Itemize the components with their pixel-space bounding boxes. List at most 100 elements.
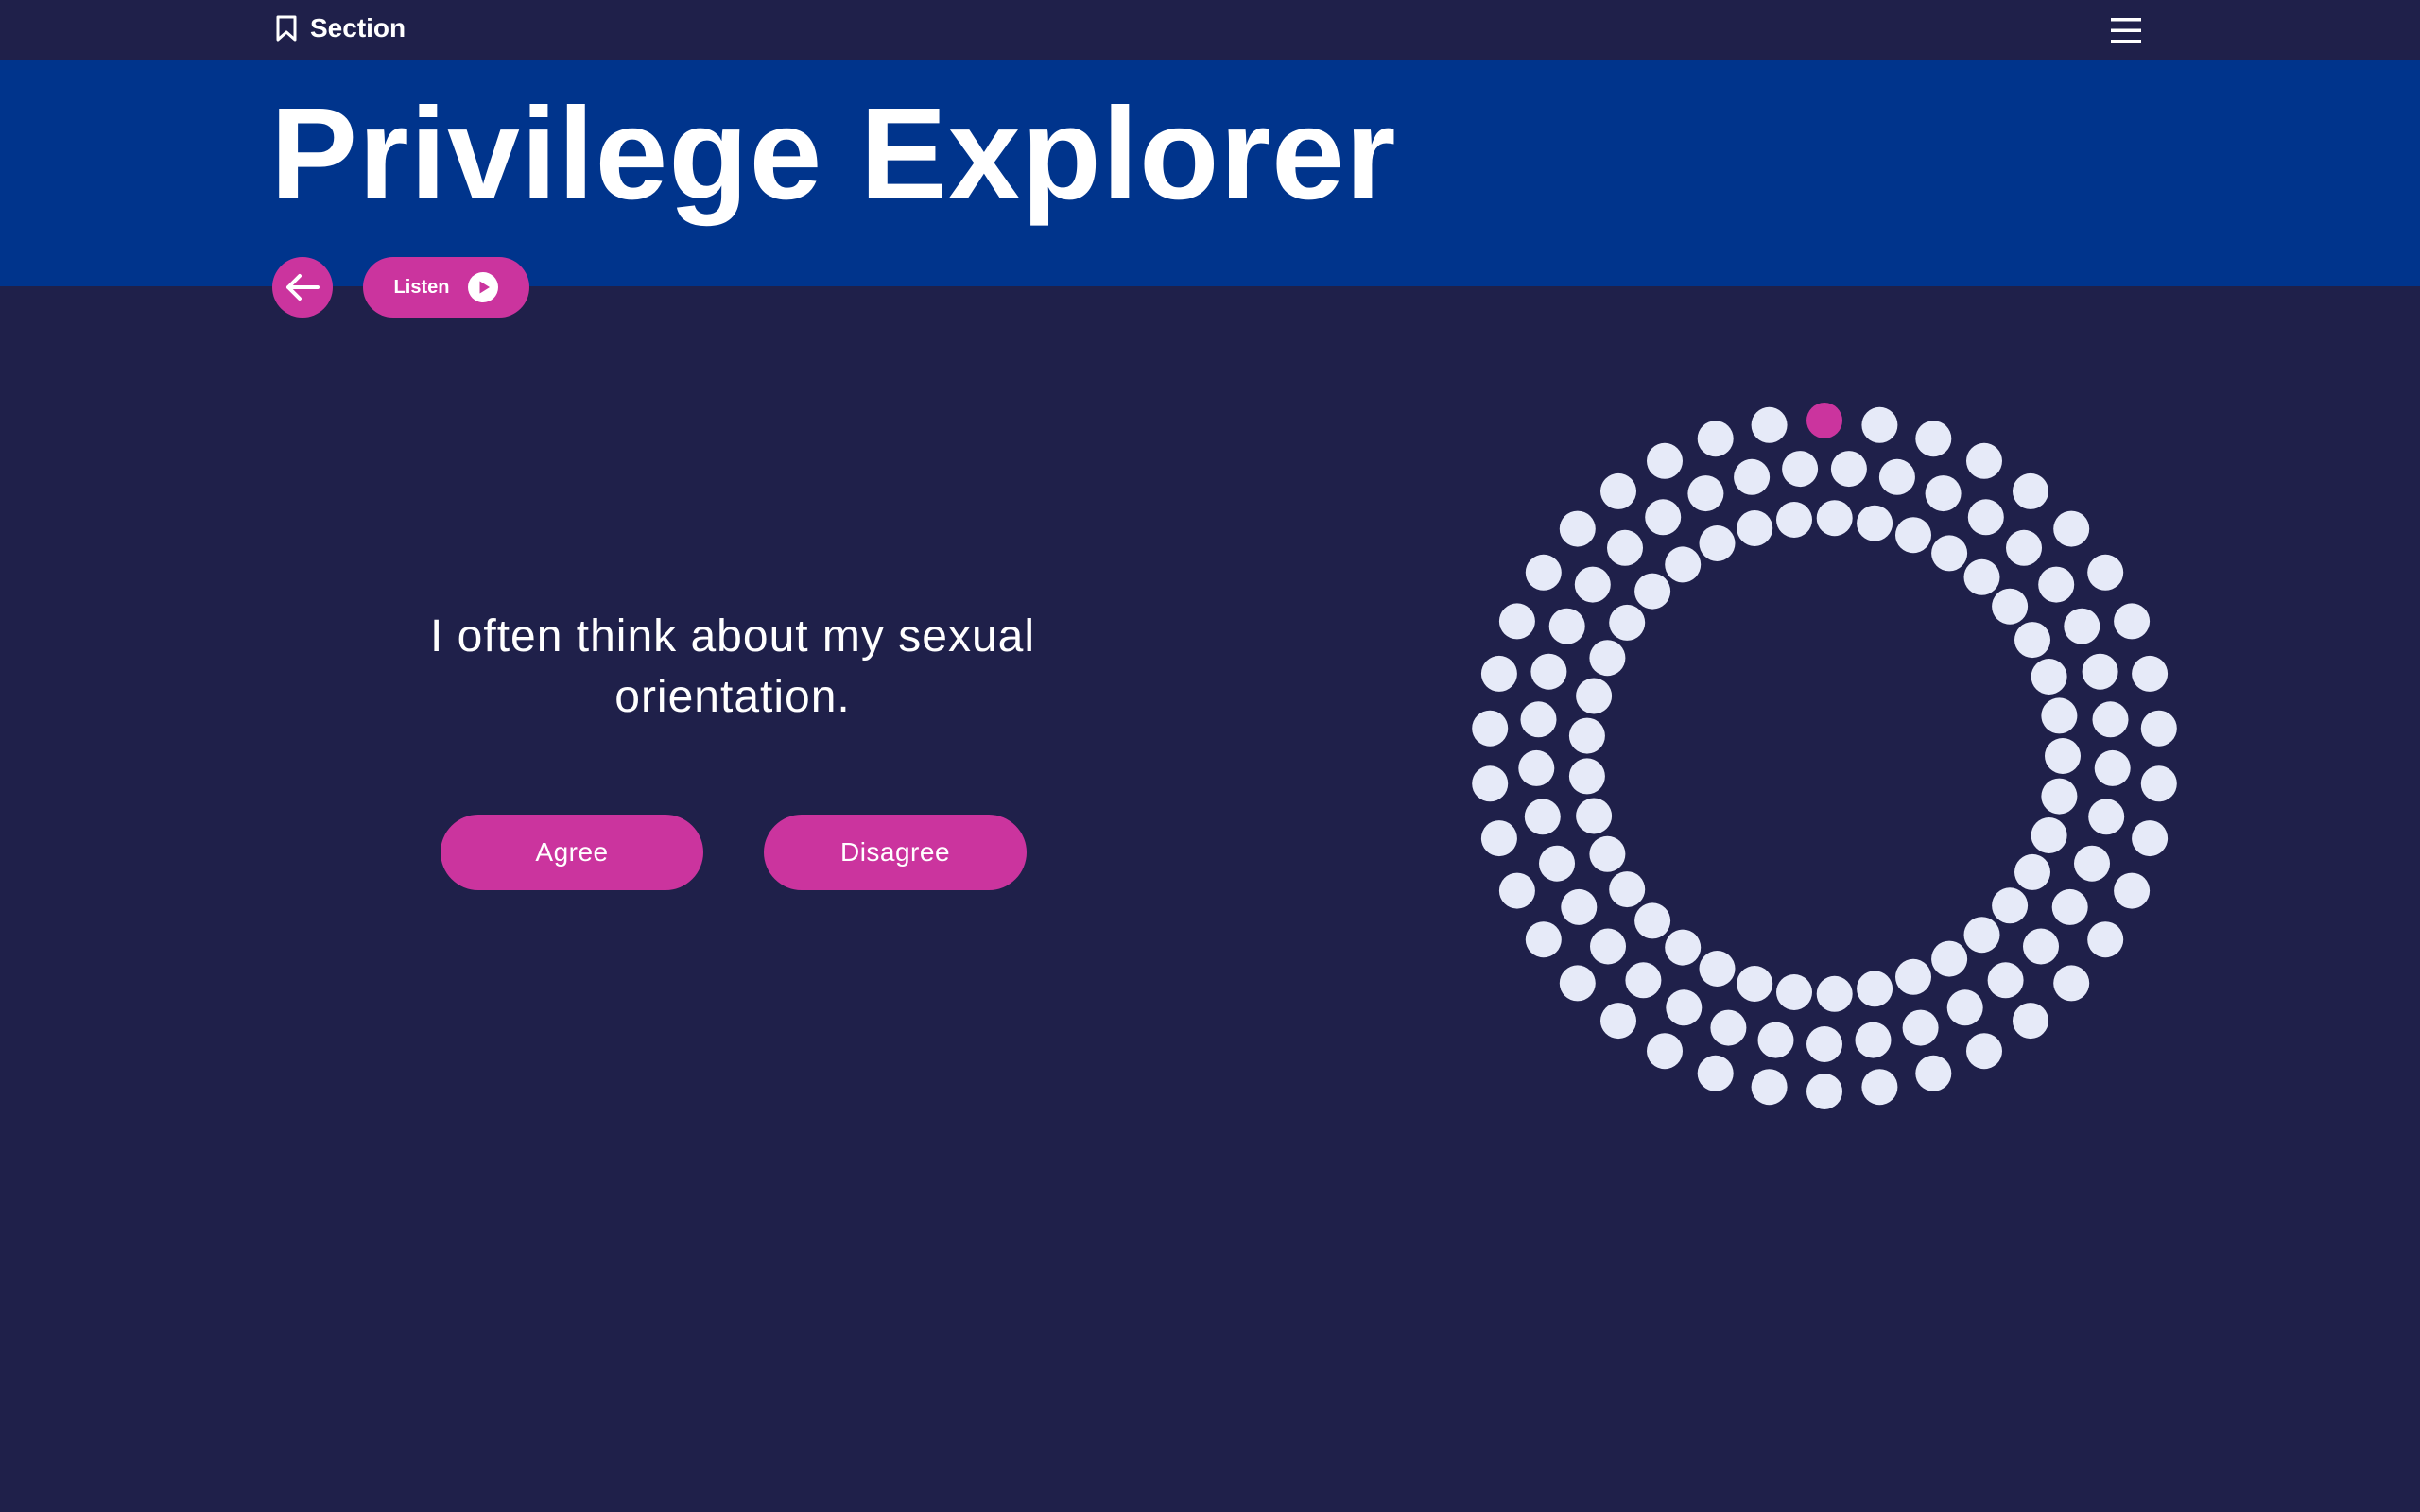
progress-dot [1607,529,1643,566]
progress-dot [1782,451,1819,488]
progress-dot [2053,510,2090,547]
progress-dot [2092,701,2129,738]
progress-dot [1751,1069,1788,1106]
progress-dot [2132,655,2169,692]
progress-dot [1665,929,1702,966]
progress-dot [1931,940,1968,977]
progress-dot [1878,458,1915,495]
progress-dot [1699,951,1736,987]
progress-dot [1992,588,2029,625]
progress-dot [1634,573,1671,610]
progress-dot [1697,421,1734,457]
progress-dot [2051,888,2088,925]
listen-label: Listen [393,276,450,298]
progress-dot [1967,499,2004,536]
listen-button[interactable]: Listen [363,257,529,318]
progress-dot [1697,1055,1734,1091]
top-bar: Section [0,0,2420,60]
progress-dot [1568,717,1605,754]
bookmark-icon [276,15,297,42]
progress-dot [2031,659,2067,695]
section-label: Section [310,13,406,43]
hamburger-menu-icon[interactable] [2110,13,2142,47]
arrow-left-icon [286,274,320,301]
progress-dot [2114,603,2151,640]
progress-dot [2087,921,2124,958]
progress-dot [1806,1074,1842,1109]
progress-dot [1857,971,1893,1007]
progress-dot [1737,510,1773,546]
progress-dot [2031,817,2067,853]
progress-dot [1559,510,1596,547]
progress-dot [1609,871,1646,908]
progress-dot [1830,451,1867,488]
progress-dot [1806,1026,1842,1062]
progress-dot [2013,472,2048,509]
progress-dot [2053,965,2090,1002]
progress-dot [2064,608,2100,644]
progress-dot [1987,962,2024,999]
progress-dot [1966,1033,2002,1070]
progress-dot [1925,475,1962,512]
progress-dot [2140,710,2177,747]
progress-dot [1480,655,1517,692]
progress-dot [1647,1033,1683,1070]
progress-dot [1734,458,1771,495]
progress-dot [1525,921,1562,958]
progress-dot [1498,872,1535,909]
progress-dot [1589,835,1626,872]
progress-dot [1915,1055,1952,1091]
progress-dot [1915,421,1952,457]
progress-dot [1966,442,2002,479]
progress-dot [2140,765,2177,802]
progress-dot [1861,406,1898,443]
progress-dot [1525,554,1562,591]
progress-dot [1645,499,1682,536]
progress-dot [2023,928,2059,965]
progress-dot [2114,872,2151,909]
page-title: Privilege Explorer [270,81,1397,227]
progress-dot [2041,697,2078,734]
progress-dot [2013,1003,2048,1040]
progress-dot [2132,820,2169,857]
progress-dot [1634,902,1671,939]
progress-dot [1963,558,2000,595]
section-link[interactable]: Section [274,13,406,43]
progress-dot [1963,917,2000,954]
progress-dot [1816,500,1853,537]
progress-dot [1687,475,1724,512]
progress-dot [1737,966,1773,1002]
progress-dot [2014,853,2050,890]
progress-dot [1518,749,1555,786]
progress-dot [1576,678,1613,714]
progress-dot [1524,799,1561,835]
progress-dot [1530,653,1567,690]
progress-dot [1751,406,1788,443]
progress-dot [1931,535,1968,572]
progress-dot [1895,958,1931,995]
progress-dot [1590,928,1626,965]
progress-dot [1861,1069,1898,1106]
progress-dot [1776,974,1812,1010]
progress-dot [1520,701,1557,738]
progress-dot [1472,710,1509,747]
agree-button[interactable]: Agree [441,815,703,890]
progress-dot [1600,1003,1636,1040]
progress-dot [1539,845,1575,882]
progress-dot [1568,758,1605,795]
progress-dot [2088,799,2125,835]
progress-dot [1665,546,1702,583]
progress-dot [2045,738,2081,774]
progress-dot [1548,608,1585,644]
progress-dot [1589,640,1626,677]
progress-dot [1816,975,1853,1012]
progress-dot [1480,820,1517,857]
progress-dot [1625,962,1662,999]
progress-dot [2074,845,2110,882]
progress-dot [2082,653,2118,690]
back-button[interactable] [272,257,333,318]
disagree-button[interactable]: Disagree [764,815,1027,890]
progress-dot-current [1806,403,1842,438]
progress-dot [1666,989,1703,1026]
progress-dot [1855,1022,1892,1058]
